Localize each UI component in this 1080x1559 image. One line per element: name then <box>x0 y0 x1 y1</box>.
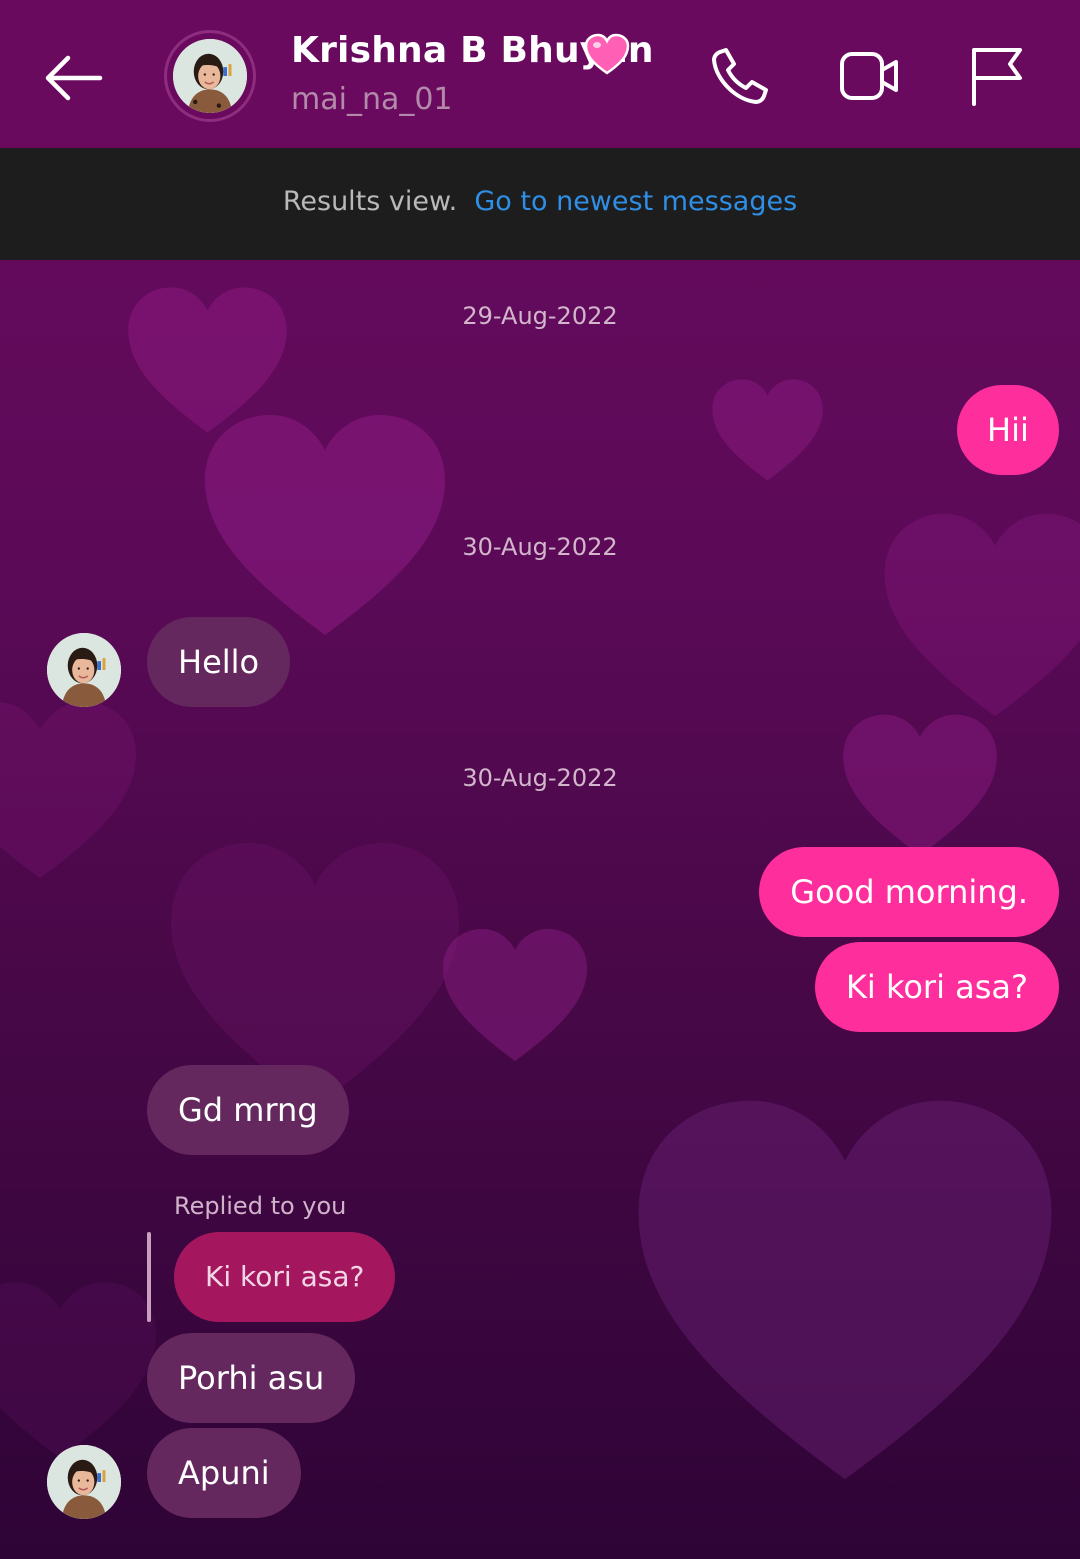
go-to-newest-link[interactable]: Go to newest messages <box>474 186 797 217</box>
banner-text: Results view. Go to newest messages <box>0 186 1080 217</box>
incoming-message[interactable]: Gd mrng <box>147 1065 349 1155</box>
report-button[interactable] <box>966 44 1030 108</box>
background-heart-decoration <box>0 1270 160 1470</box>
outgoing-message[interactable]: Good morning. <box>759 847 1059 937</box>
contact-avatar[interactable] <box>164 30 256 122</box>
reply-label: Replied to you <box>174 1192 347 1220</box>
results-view-label: Results view. <box>282 186 458 217</box>
outgoing-message[interactable]: Ki kori asa? <box>814 942 1059 1032</box>
back-button[interactable] <box>42 52 104 104</box>
background-heart-decoration <box>710 375 825 485</box>
date-separator: 29-Aug-2022 <box>462 302 618 330</box>
heart-emoji-icon <box>584 33 630 75</box>
background-heart-decoration <box>630 1090 1060 1490</box>
incoming-message[interactable]: Porhi asu <box>147 1333 356 1423</box>
background-heart-decoration <box>200 410 450 640</box>
outgoing-message[interactable]: Hii <box>957 385 1059 475</box>
quoted-reply-message[interactable]: Ki kori asa? <box>174 1232 396 1322</box>
contact-username: mai_na_01 <box>291 82 453 117</box>
back-arrow-icon <box>45 55 103 101</box>
date-separator: 30-Aug-2022 <box>462 533 618 561</box>
phone-icon <box>712 48 768 104</box>
sender-avatar[interactable] <box>47 1445 121 1519</box>
date-separator: 30-Aug-2022 <box>462 764 618 792</box>
incoming-message[interactable]: Hello <box>147 617 291 707</box>
incoming-message[interactable]: Apuni <box>147 1428 301 1518</box>
voice-call-button[interactable] <box>708 44 772 108</box>
reply-indicator-bar <box>147 1232 151 1322</box>
video-camera-icon <box>840 52 898 100</box>
sender-avatar[interactable] <box>47 633 121 707</box>
avatar-photo <box>173 39 247 113</box>
video-call-button[interactable] <box>838 44 902 108</box>
results-view-banner: Results view. Go to newest messages <box>0 148 1080 260</box>
chat-header: Krishna B Bhuyan mai_na_01 <box>0 0 1080 148</box>
background-heart-decoration <box>440 925 590 1065</box>
flag-icon <box>972 48 1022 106</box>
